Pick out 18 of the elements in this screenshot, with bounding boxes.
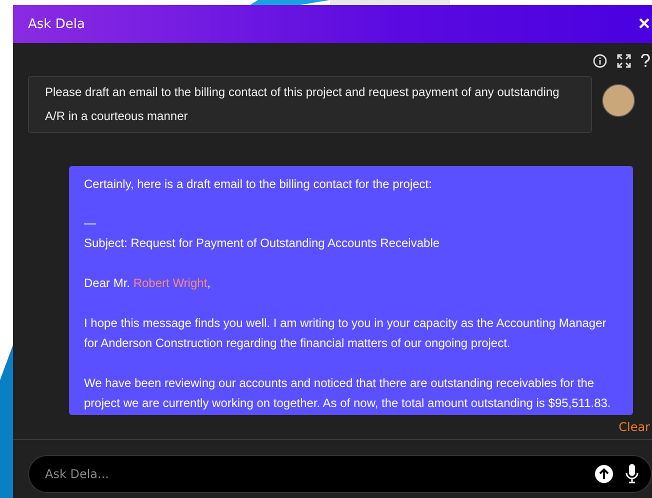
clear-button[interactable]: Clear — [616, 420, 652, 434]
message-text: Subject: Request for Payment of Outstanding Accounts Receivable — [84, 235, 441, 252]
message-text: We have been reviewing our accounts and noticed that there are outstanding receivables for the project we are currently working on together. As of now, the total amount outstanding is $95,511.83. — [84, 375, 612, 412]
window-title: Ask Dela — [28, 16, 85, 32]
avatar-icon — [602, 84, 635, 117]
separator-text: — — [84, 215, 97, 232]
chat-input-field[interactable]: Ask Dela... — [45, 465, 583, 483]
greeting-text: Dear Mr. Robert Wright, — [84, 275, 212, 292]
send-icon[interactable] — [595, 465, 613, 483]
close-button[interactable]: × — [636, 14, 652, 34]
message-text: Certainly, here is a draft email to the billing contact for the project: — [84, 176, 433, 193]
chat-input-box[interactable]: Ask Dela... — [28, 455, 652, 493]
user-message: Please draft an email to the billing contact of this project and request payment of any outstanding A/R in a courteous manner — [28, 76, 592, 133]
info-icon[interactable] — [593, 54, 607, 68]
message-text: I hope this message finds you well. I am writing to you in your capacity as the Accounting Manager for Anderson Construction regarding the financial matters of our ongoing project. — [84, 315, 608, 352]
help-icon[interactable] — [641, 54, 650, 68]
fullscreen-icon[interactable] — [617, 54, 631, 68]
microphone-icon[interactable] — [625, 464, 639, 484]
